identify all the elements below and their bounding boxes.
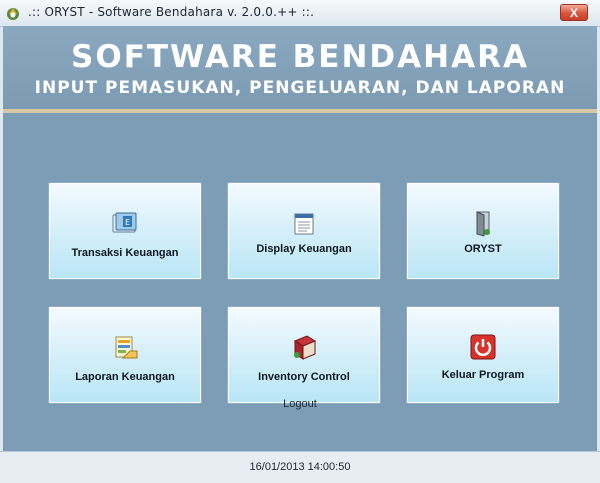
- keluar-program-button[interactable]: Keluar Program: [406, 306, 560, 404]
- keluar-program-label: Keluar Program: [441, 369, 525, 381]
- app-subheading: INPUT PEMASUKAN, PENGELUARAN, DAN LAPORA…: [34, 78, 566, 98]
- transaksi-keuangan-label: Transaksi Keuangan: [71, 247, 179, 259]
- report-icon: [115, 336, 138, 359]
- laporan-keuangan-button[interactable]: Laporan Keuangan: [48, 306, 202, 404]
- inventory-control-button[interactable]: Inventory Control: [227, 306, 381, 404]
- door-icon: [476, 211, 490, 237]
- ledger-icon: [293, 335, 317, 360]
- display-keuangan-label: Display Keuangan: [256, 243, 352, 255]
- logout-link[interactable]: Logout: [0, 398, 600, 410]
- book-icon: E: [112, 212, 137, 233]
- document-icon: [294, 213, 314, 235]
- status-datetime: 16/01/2013 14:00:50: [249, 461, 351, 473]
- title-bar: .:: ORYST - Software Bendahara v. 2.0.0.…: [0, 0, 600, 27]
- power-icon: [470, 334, 496, 360]
- window-title: .:: ORYST - Software Bendahara v. 2.0.0.…: [28, 5, 315, 19]
- svg-text:E: E: [125, 218, 130, 227]
- laporan-keuangan-label: Laporan Keuangan: [75, 371, 175, 383]
- header-banner: SOFTWARE BENDAHARA INPUT PEMASUKAN, PENG…: [3, 26, 597, 113]
- app-icon: [7, 8, 19, 20]
- display-keuangan-button[interactable]: Display Keuangan: [227, 182, 381, 280]
- main-panel: SOFTWARE BENDAHARA INPUT PEMASUKAN, PENG…: [3, 26, 597, 451]
- transaksi-keuangan-button[interactable]: E Transaksi Keuangan: [48, 182, 202, 280]
- close-button[interactable]: X: [560, 4, 588, 21]
- status-bar: 16/01/2013 14:00:50: [0, 451, 600, 483]
- oryst-label: ORYST: [464, 243, 502, 255]
- oryst-button[interactable]: ORYST: [406, 182, 560, 280]
- app-heading: SOFTWARE BENDAHARA: [71, 39, 529, 75]
- inventory-control-label: Inventory Control: [258, 371, 350, 383]
